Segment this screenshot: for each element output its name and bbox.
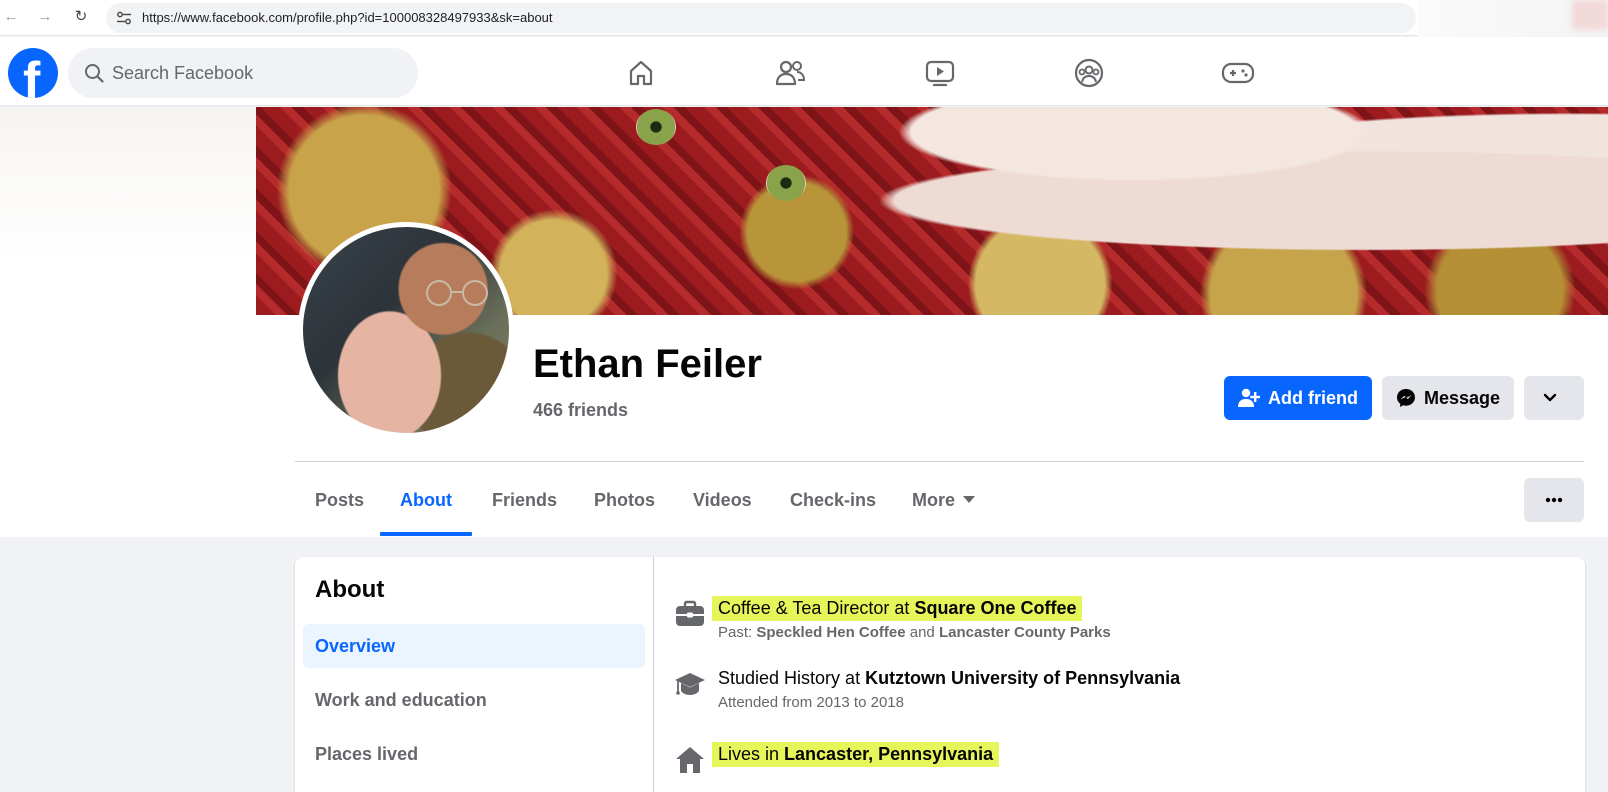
tab-more[interactable]: More (912, 470, 976, 536)
back-icon[interactable]: ← (0, 6, 22, 28)
caret-down-icon (963, 495, 976, 503)
message-label: Message (1423, 387, 1501, 408)
add-friend-button[interactable]: Add friend (1224, 376, 1372, 420)
more-options-button[interactable] (1524, 478, 1584, 522)
cover-cat-eye (766, 165, 806, 201)
ellipsis-icon (1545, 497, 1563, 503)
tab-friends[interactable]: Friends (492, 470, 557, 536)
profile-name: Ethan Feiler (533, 342, 762, 386)
forward-icon[interactable]: → (34, 6, 56, 28)
groups-icon[interactable] (1065, 49, 1113, 97)
browser-extensions-area (1418, 0, 1608, 40)
past-employer-link[interactable]: Speckled Hen Coffee (756, 624, 905, 641)
add-person-icon (1238, 388, 1260, 407)
profile-avatar[interactable] (298, 222, 514, 438)
friends-count[interactable]: 466 friends (533, 400, 628, 421)
header-divider (295, 461, 1584, 462)
briefcase-icon (676, 600, 704, 626)
work-employer-link[interactable]: Square One Coffee (914, 598, 1076, 618)
browser-toolbar: ← → ↻ https://www.facebook.com/profile.p… (0, 0, 1608, 40)
chevron-down-icon (1543, 393, 1557, 402)
address-bar[interactable]: https://www.facebook.com/profile.php?id=… (106, 3, 1416, 33)
site-settings-icon[interactable] (116, 11, 132, 25)
facebook-logo[interactable]: f (8, 48, 58, 98)
place-link[interactable]: Lancaster, Pennsylvania (784, 744, 993, 764)
facebook-header: f (0, 37, 1608, 106)
home-fill-icon (676, 747, 704, 773)
tab-check-ins[interactable]: Check-ins (790, 470, 876, 536)
work-role: Coffee & Tea Director at (718, 598, 915, 618)
lives-in: Lives in Lancaster, Pennsylvania (712, 742, 1000, 767)
message-button[interactable]: Message (1382, 376, 1514, 420)
avatar-glasses (426, 280, 488, 306)
search-input[interactable] (112, 48, 402, 98)
about-nav-overview[interactable]: Overview (303, 624, 645, 668)
about-card-divider (653, 557, 654, 792)
tab-videos[interactable]: Videos (693, 470, 752, 536)
tab-photos[interactable]: Photos (594, 470, 655, 536)
tab-posts[interactable]: Posts (315, 470, 364, 536)
work-past: Past: Speckled Hen Coffee and Lancaster … (718, 624, 1111, 641)
tab-more-label: More (912, 490, 956, 510)
about-nav-work-education[interactable]: Work and education (303, 678, 645, 722)
education-attended: Attended from 2013 to 2018 (718, 694, 904, 711)
friends-icon[interactable] (766, 49, 814, 97)
education-prefix: Studied History at (718, 668, 866, 688)
school-link[interactable]: Kutztown University of Pennsylvania (865, 668, 1180, 688)
search-box[interactable] (68, 48, 418, 98)
tab-about[interactable]: About (400, 470, 452, 536)
page-background (0, 107, 256, 537)
work-past-prefix: Past: (718, 624, 757, 641)
work-current: Coffee & Tea Director at Square One Coff… (712, 596, 1083, 621)
gaming-icon[interactable] (1214, 49, 1262, 97)
lives-prefix: Lives in (718, 744, 785, 764)
add-friend-label: Add friend (1268, 387, 1358, 408)
cover-cat-eye (636, 109, 676, 145)
home-icon[interactable] (617, 49, 665, 97)
facebook-logo-letter: f (23, 52, 41, 98)
url-text[interactable]: https://www.facebook.com/profile.php?id=… (142, 10, 553, 25)
profile-options-button[interactable] (1524, 376, 1584, 420)
education-main: Studied History at Kutztown University o… (712, 666, 1186, 691)
past-employer-link[interactable]: Lancaster County Parks (939, 624, 1111, 641)
reload-icon[interactable]: ↻ (70, 6, 92, 28)
work-past-and: and (905, 624, 939, 641)
watch-icon[interactable] (916, 49, 964, 97)
about-nav-places-lived[interactable]: Places lived (303, 732, 645, 776)
graduation-cap-icon (675, 673, 705, 695)
about-heading: About (315, 576, 385, 603)
messenger-icon (1396, 389, 1415, 407)
search-icon (85, 64, 104, 83)
active-tab-indicator (380, 532, 472, 536)
